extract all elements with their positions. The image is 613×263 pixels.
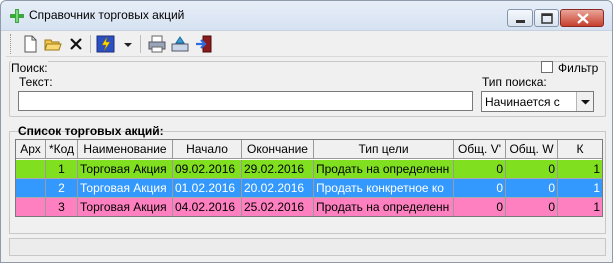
toolbar-separator: [140, 35, 141, 53]
table-row[interactable]: 2 Торговая Акция 01.02.2016 20.02.2016 П…: [16, 179, 602, 198]
minimize-icon: [516, 20, 525, 23]
cell-k: 1: [558, 198, 602, 216]
search-type-dropdown-button[interactable]: [576, 92, 593, 111]
open-icon[interactable]: [43, 34, 63, 54]
search-type-select[interactable]: Начинается с: [481, 91, 594, 112]
window-title: Справочник торговых акций: [29, 8, 185, 22]
exit-icon[interactable]: [194, 34, 214, 54]
column-header-name[interactable]: Наименование: [78, 140, 173, 159]
column-header-total-v[interactable]: Общ. V': [454, 140, 506, 159]
filter-checkbox[interactable]: [541, 61, 553, 73]
cell-k: 1: [558, 160, 602, 179]
column-header-arch[interactable]: Арх: [16, 140, 46, 159]
chevron-down-icon[interactable]: [118, 34, 138, 54]
print-icon[interactable]: [147, 34, 167, 54]
column-header-end[interactable]: Окончание: [242, 140, 314, 159]
close-button[interactable]: [560, 9, 604, 27]
cell-arch: [16, 179, 46, 198]
table-row[interactable]: 1 Торговая Акция 09.02.2016 29.02.2016 П…: [16, 160, 602, 179]
title-bar[interactable]: Справочник торговых акций: [1, 1, 612, 31]
main-window: Справочник торговых акций Поиск: Фильтр …: [0, 0, 613, 263]
column-header-code[interactable]: *Код: [46, 140, 78, 159]
filter-label: Фильтр: [558, 61, 599, 75]
cell-end: 20.02.2016: [242, 179, 314, 198]
cell-total-v: 0: [454, 160, 506, 179]
cell-k: 1: [558, 179, 602, 198]
cell-name: Торговая Акция: [78, 198, 173, 216]
cell-start: 04.02.2016: [173, 198, 242, 216]
column-header-k[interactable]: К: [558, 140, 602, 159]
cell-code: 1: [46, 160, 78, 179]
list-label: Список торговых акций:: [18, 124, 164, 138]
action-icon[interactable]: [96, 34, 116, 54]
app-icon: [10, 9, 24, 23]
cell-name: Торговая Акция: [78, 179, 173, 198]
cell-target: Продать на определенн: [314, 198, 454, 216]
promotions-grid[interactable]: Арх *Код Наименование Начало Окончание Т…: [15, 139, 603, 217]
search-text-input[interactable]: [18, 91, 473, 111]
table-row[interactable]: 3 Торговая Акция 04.02.2016 25.02.2016 П…: [16, 198, 602, 216]
toolbar-separator: [90, 35, 91, 53]
cell-total-v: 0: [454, 179, 506, 198]
chevron-down-icon: [581, 100, 590, 105]
column-header-target[interactable]: Тип цели: [314, 140, 454, 159]
cell-code: 2: [46, 179, 78, 198]
status-bar: [9, 238, 606, 256]
grid-header-row: Арх *Код Наименование Начало Окончание Т…: [16, 140, 602, 159]
search-group-label: Поиск:: [11, 61, 48, 75]
toolbar: [6, 31, 608, 57]
cell-total-w: 0: [506, 198, 558, 216]
cell-target: Продать на определенн: [314, 160, 454, 179]
column-header-start[interactable]: Начало: [173, 140, 242, 159]
text-label: Текст:: [19, 75, 53, 89]
cell-start: 01.02.2016: [173, 179, 242, 198]
cell-target: Продать конкретное ко: [314, 179, 454, 198]
maximize-icon: [541, 13, 553, 24]
cell-start: 09.02.2016: [173, 160, 242, 179]
cell-end: 25.02.2016: [242, 198, 314, 216]
cell-end: 29.02.2016: [242, 160, 314, 179]
cell-total-v: 0: [454, 198, 506, 216]
search-type-label: Тип поиска:: [482, 75, 547, 89]
toolbar-grip[interactable]: [10, 34, 13, 54]
delete-icon[interactable]: [66, 34, 86, 54]
close-icon: [577, 13, 589, 24]
cell-total-w: 0: [506, 179, 558, 198]
export-icon[interactable]: [170, 34, 190, 54]
cell-arch: [16, 198, 46, 216]
search-type-value: Начинается с: [485, 95, 560, 109]
cell-code: 3: [46, 198, 78, 216]
maximize-button[interactable]: [534, 9, 559, 27]
column-header-total-w[interactable]: Общ. W: [506, 140, 558, 159]
cell-name: Торговая Акция: [78, 160, 173, 179]
new-icon[interactable]: [20, 34, 40, 54]
minimize-button[interactable]: [507, 9, 533, 27]
cell-total-w: 0: [506, 160, 558, 179]
cell-arch: [16, 160, 46, 179]
